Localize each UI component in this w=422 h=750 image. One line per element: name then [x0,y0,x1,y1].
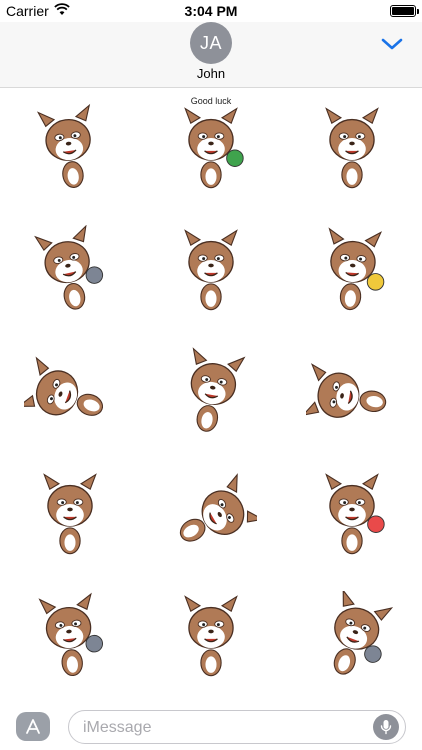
sticker-dog-cat-mask[interactable] [0,88,140,210]
battery-icon [390,5,419,17]
sticker-grid: Good luck [0,88,422,700]
sticker-image [38,592,104,677]
sticker-image [43,473,97,555]
sticker-image [184,107,244,189]
sticker-image [184,229,238,311]
sticker-dog-with-cat-smug[interactable] [0,576,140,698]
sticker-image [328,227,385,311]
sticker-image [34,225,104,310]
app-store-button[interactable] [16,712,50,741]
conversation-header: JA John [0,22,422,88]
sticker-dog-sleeping[interactable] [282,332,422,454]
sticker-dog-laughing-lying[interactable] [0,332,140,454]
sticker-dog-blonde-wig[interactable] [282,210,422,332]
sticker-image [325,107,379,189]
clock: 3:04 PM [184,3,238,19]
contact-name[interactable]: John [0,66,422,81]
sticker-image [190,347,246,432]
sticker-dog-shouting[interactable] [141,576,281,698]
sticker-image [306,363,387,418]
sticker-image [36,103,91,188]
message-input-bar: iMessage [0,700,422,750]
status-bar: Carrier 3:04 PM [0,0,422,22]
sticker-image [24,356,104,416]
sticker-dog-standing-grumpy[interactable] [282,88,422,210]
message-placeholder: iMessage [83,719,152,736]
sticker-caption: Good luck [190,96,232,106]
sticker-dog-birthday-cake[interactable] [282,454,422,576]
sticker-dog-covering-eyes[interactable] [141,210,281,332]
avatar-initials: JA [199,32,222,53]
message-field[interactable]: iMessage [68,710,406,744]
sticker-dog-thumbs-up[interactable] [0,454,140,576]
sticker-image [184,595,238,677]
sticker-image [325,473,385,555]
contact-avatar[interactable]: JA [190,22,232,64]
sticker-dog-and-cat-playing[interactable] [282,576,422,698]
sticker-image [333,591,394,675]
chevron-down-icon[interactable] [380,36,404,52]
app-store-icon [26,718,40,734]
sticker-image [179,473,257,542]
microphone-button[interactable] [373,714,399,740]
sticker-dog-dancing[interactable] [141,332,281,454]
sticker-dog-rolling-laugh[interactable] [141,454,281,576]
microphone-icon [380,720,392,735]
sticker-dog-with-cat-hug[interactable] [0,210,140,332]
sticker-dog-good-luck[interactable]: Good luck [141,88,281,210]
